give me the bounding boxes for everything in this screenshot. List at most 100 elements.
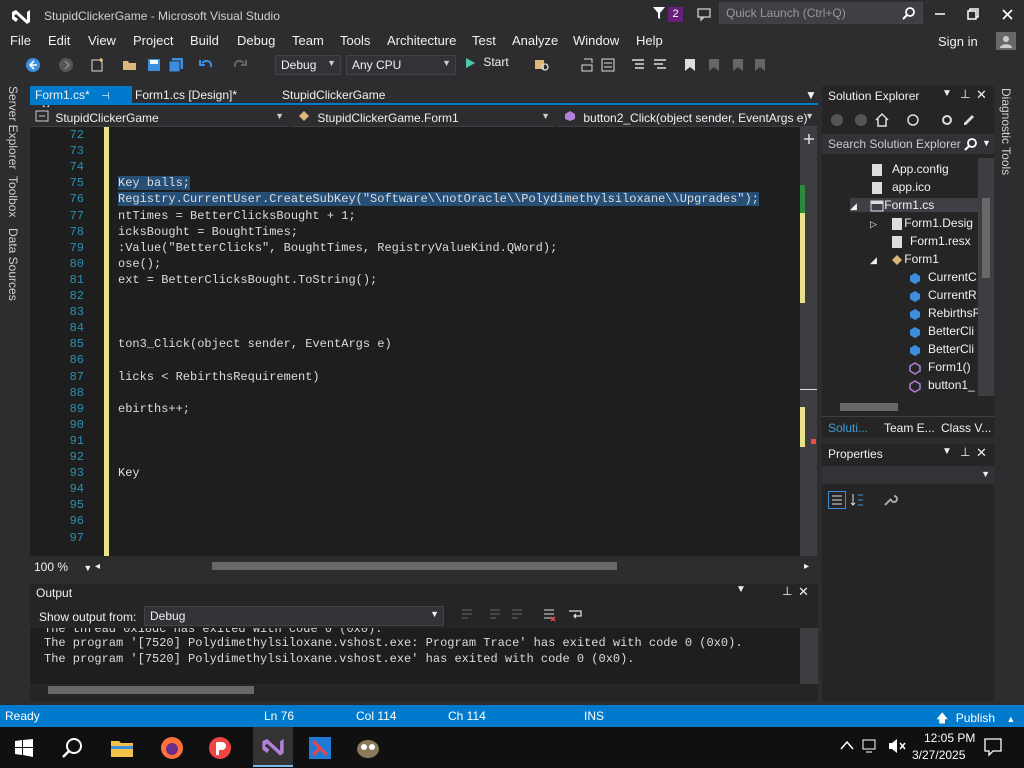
tree-item-form1-cs[interactable]: ◢ Form1.cs xyxy=(850,198,978,212)
action-center-icon[interactable] xyxy=(983,737,1003,760)
tree-item-member[interactable]: button1_ xyxy=(908,378,975,393)
menu-debug[interactable]: Debug xyxy=(237,33,275,48)
settings-icon[interactable] xyxy=(940,113,954,127)
scroll-thumb[interactable] xyxy=(982,198,990,278)
windows-start-icon[interactable] xyxy=(9,733,39,763)
clear-all-icon[interactable] xyxy=(542,608,556,622)
menu-project[interactable]: Project xyxy=(133,33,173,48)
solution-explorer-search-input[interactable]: Search Solution Explorer ▼ xyxy=(822,134,994,154)
firefox-icon[interactable] xyxy=(157,733,187,763)
pin-icon[interactable]: ⊣ xyxy=(101,91,110,102)
data-sources-tab[interactable]: Data Sources xyxy=(6,228,20,301)
file-explorer-icon[interactable] xyxy=(107,733,137,763)
navigate-forward-icon[interactable] xyxy=(58,57,74,73)
step-into-icon[interactable] xyxy=(580,57,596,73)
step-over-icon[interactable] xyxy=(600,57,616,73)
code-line[interactable]: Key balls; xyxy=(118,176,191,191)
tab-stupidclickergame[interactable]: StupidClickerGame xyxy=(277,86,390,105)
window-menu-icon[interactable]: ▼ xyxy=(942,88,952,99)
menu-tools[interactable]: Tools xyxy=(340,33,370,48)
save-icon[interactable] xyxy=(146,57,162,73)
restore-button[interactable] xyxy=(958,4,988,24)
pixel-app-icon[interactable] xyxy=(205,733,235,763)
tree-item-form1-designer[interactable]: ▷ Form1.Desig xyxy=(870,216,973,230)
sync-with-document-icon[interactable] xyxy=(906,113,920,127)
undo-icon[interactable] xyxy=(198,57,214,73)
next-bookmark-icon[interactable] xyxy=(730,57,746,73)
menu-view[interactable]: View xyxy=(88,33,116,48)
menu-window[interactable]: Window xyxy=(573,33,619,48)
previous-bookmark-icon[interactable] xyxy=(706,57,722,73)
code-line[interactable]: ebirths++; xyxy=(118,402,190,416)
editor-horizontal-scroll-thumb[interactable] xyxy=(212,562,617,570)
close-icon[interactable]: ✕ xyxy=(798,584,809,600)
close-icon[interactable]: ✕ xyxy=(976,445,987,461)
zoom-level-dropdown[interactable]: 100 % ▼ xyxy=(34,560,92,574)
code-line[interactable]: ntTimes = BetterClicksBought + 1; xyxy=(118,209,356,223)
gimp-icon[interactable] xyxy=(353,733,383,763)
tree-item-member[interactable]: Form1() xyxy=(908,360,971,375)
class-navigation-dropdown[interactable]: StupidClickerGame.Form1 ▼ xyxy=(292,107,554,127)
uncomment-lines-icon[interactable] xyxy=(652,57,668,73)
code-line[interactable]: ose(); xyxy=(118,257,161,271)
member-navigation-dropdown[interactable]: button2_Click(object sender, EventArgs e… xyxy=(558,107,818,127)
scroll-right-icon[interactable]: ▸ xyxy=(804,561,809,572)
feedback-icon[interactable] xyxy=(696,6,712,22)
notifications-flag-icon[interactable] xyxy=(652,6,666,20)
tree-item-app-ico[interactable]: app.ico xyxy=(870,180,931,194)
tab-list-chevron-icon[interactable]: ▼ xyxy=(800,86,822,105)
alphabetical-icon[interactable] xyxy=(850,492,866,508)
output-text-area[interactable]: The thread 0x18dc has exited with code 0… xyxy=(30,628,800,684)
output-source-dropdown[interactable]: Debug ▼ xyxy=(144,606,444,626)
solution-configuration-dropdown[interactable]: Debug ▼ xyxy=(275,55,341,75)
edit-icon[interactable] xyxy=(962,113,976,127)
split-editor-icon[interactable] xyxy=(804,133,814,144)
ide-app-icon[interactable] xyxy=(305,733,335,763)
back-icon[interactable] xyxy=(830,113,844,127)
collapse-arrow-icon[interactable]: ◢ xyxy=(850,201,857,211)
chevron-down-icon[interactable]: ▼ xyxy=(982,138,991,148)
start-debugging-button[interactable]: Start xyxy=(464,55,509,69)
tree-item-app-config[interactable]: App.config xyxy=(870,162,949,176)
tab-team-explorer[interactable]: Team E... xyxy=(884,421,935,435)
window-menu-icon[interactable]: ▼ xyxy=(942,446,952,457)
search-icon[interactable] xyxy=(57,733,87,763)
find-in-files-icon[interactable] xyxy=(534,57,550,73)
menu-architecture[interactable]: Architecture xyxy=(387,33,456,48)
server-explorer-tab[interactable]: Server Explorer xyxy=(6,86,20,169)
tree-item-member[interactable]: RebirthsR xyxy=(908,306,978,320)
notification-count-badge[interactable]: 2 xyxy=(668,7,683,22)
scroll-left-icon[interactable]: ◂ xyxy=(95,561,100,572)
tab-solution-explorer[interactable]: Soluti... xyxy=(828,421,868,435)
code-line[interactable]: ton3_Click(object sender, EventArgs e) xyxy=(118,337,392,351)
editor-vertical-scrollbar[interactable] xyxy=(800,127,817,556)
menu-test[interactable]: Test xyxy=(472,33,496,48)
properties-object-dropdown[interactable]: ▼ xyxy=(822,466,994,484)
toggle-word-wrap-icon[interactable] xyxy=(568,608,584,622)
property-pages-wrench-icon[interactable] xyxy=(882,492,898,508)
project-navigation-dropdown[interactable]: StupidClickerGame ▼ xyxy=(30,107,288,127)
menu-team[interactable]: Team xyxy=(292,33,324,48)
tab-form1-design[interactable]: Form1.cs [Design]* xyxy=(130,86,242,105)
expand-arrow-icon[interactable]: ▷ xyxy=(870,219,877,229)
categorized-icon[interactable] xyxy=(828,491,846,509)
pin-icon[interactable]: ⊥ xyxy=(782,584,792,598)
code-line[interactable]: ext = BetterClicksBought.ToString(); xyxy=(118,273,377,287)
menu-build[interactable]: Build xyxy=(190,33,219,48)
save-all-icon[interactable] xyxy=(168,57,184,73)
home-icon[interactable] xyxy=(874,112,890,128)
bookmark-icon[interactable] xyxy=(682,57,698,73)
menu-analyze[interactable]: Analyze xyxy=(512,33,558,48)
new-project-icon[interactable] xyxy=(90,57,106,73)
tree-horizontal-scrollbar[interactable] xyxy=(822,400,978,414)
close-icon[interactable]: ✕ xyxy=(976,87,987,103)
collapse-arrow-icon[interactable]: ◢ xyxy=(870,255,877,265)
pin-icon[interactable]: ⊥ xyxy=(960,87,970,101)
show-hidden-icons-chevron[interactable] xyxy=(840,739,854,753)
menu-file[interactable]: File xyxy=(10,33,31,48)
tab-form1-cs[interactable]: Form1.cs* ⊣ ✕ xyxy=(30,86,132,116)
diagnostic-tools-tab[interactable]: Diagnostic Tools xyxy=(999,88,1013,175)
navigate-back-icon[interactable] xyxy=(25,57,41,73)
solution-platform-dropdown[interactable]: Any CPU ▼ xyxy=(346,55,456,75)
code-line[interactable]: Key xyxy=(118,466,140,480)
